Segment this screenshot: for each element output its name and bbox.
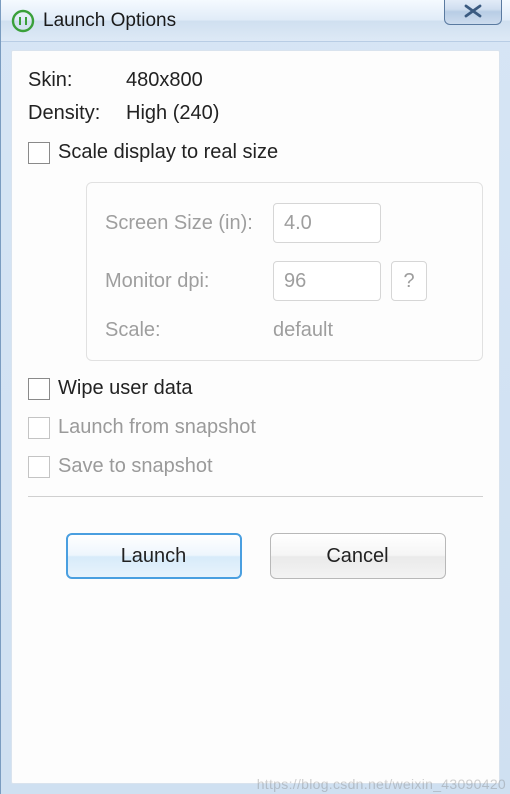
monitor-dpi-label: Monitor dpi: <box>105 270 273 293</box>
app-icon <box>11 9 35 33</box>
launch-snapshot-row: Launch from snapshot <box>28 416 483 439</box>
scale-value-row: Scale: default <box>105 319 466 342</box>
button-row: Launch Cancel <box>28 533 483 579</box>
scale-value-label: Scale: <box>105 319 273 342</box>
save-snapshot-row: Save to snapshot <box>28 455 483 478</box>
screen-size-row: Screen Size (in): <box>105 203 466 243</box>
skin-row: Skin: 480x800 <box>28 69 483 92</box>
scale-group: Screen Size (in): Monitor dpi: ? Scale: … <box>86 182 483 361</box>
skin-label: Skin: <box>28 69 126 92</box>
density-value: High (240) <box>126 102 219 125</box>
cancel-button[interactable]: Cancel <box>270 533 446 579</box>
wipe-user-data-label[interactable]: Wipe user data <box>58 377 193 400</box>
density-label: Density: <box>28 102 126 125</box>
dialog-window: Launch Options Skin: 480x800 Density: Hi… <box>0 0 510 794</box>
save-snapshot-label: Save to snapshot <box>58 455 213 478</box>
watermark: https://blog.csdn.net/weixin_43090420 <box>257 776 506 792</box>
skin-value: 480x800 <box>126 69 203 92</box>
close-button[interactable] <box>444 0 502 25</box>
launch-button[interactable]: Launch <box>66 533 242 579</box>
client-area: Skin: 480x800 Density: High (240) Scale … <box>11 50 500 784</box>
launch-snapshot-label: Launch from snapshot <box>58 416 256 439</box>
monitor-dpi-row: Monitor dpi: ? <box>105 261 466 301</box>
wipe-user-data-checkbox[interactable] <box>28 378 50 400</box>
density-row: Density: High (240) <box>28 102 483 125</box>
close-icon <box>462 4 484 18</box>
help-icon: ? <box>403 270 414 293</box>
separator <box>28 496 483 497</box>
titlebar: Launch Options <box>1 0 510 42</box>
scale-value: default <box>273 319 333 342</box>
scale-display-label[interactable]: Scale display to real size <box>58 141 278 164</box>
launch-snapshot-checkbox[interactable] <box>28 417 50 439</box>
monitor-dpi-help-button[interactable]: ? <box>391 261 427 301</box>
window-title: Launch Options <box>43 10 176 32</box>
monitor-dpi-input[interactable] <box>273 261 381 301</box>
wipe-user-data-row: Wipe user data <box>28 377 483 400</box>
scale-display-row: Scale display to real size <box>28 141 483 164</box>
scale-display-checkbox[interactable] <box>28 142 50 164</box>
screen-size-input[interactable] <box>273 203 381 243</box>
screen-size-label: Screen Size (in): <box>105 212 273 235</box>
save-snapshot-checkbox[interactable] <box>28 456 50 478</box>
